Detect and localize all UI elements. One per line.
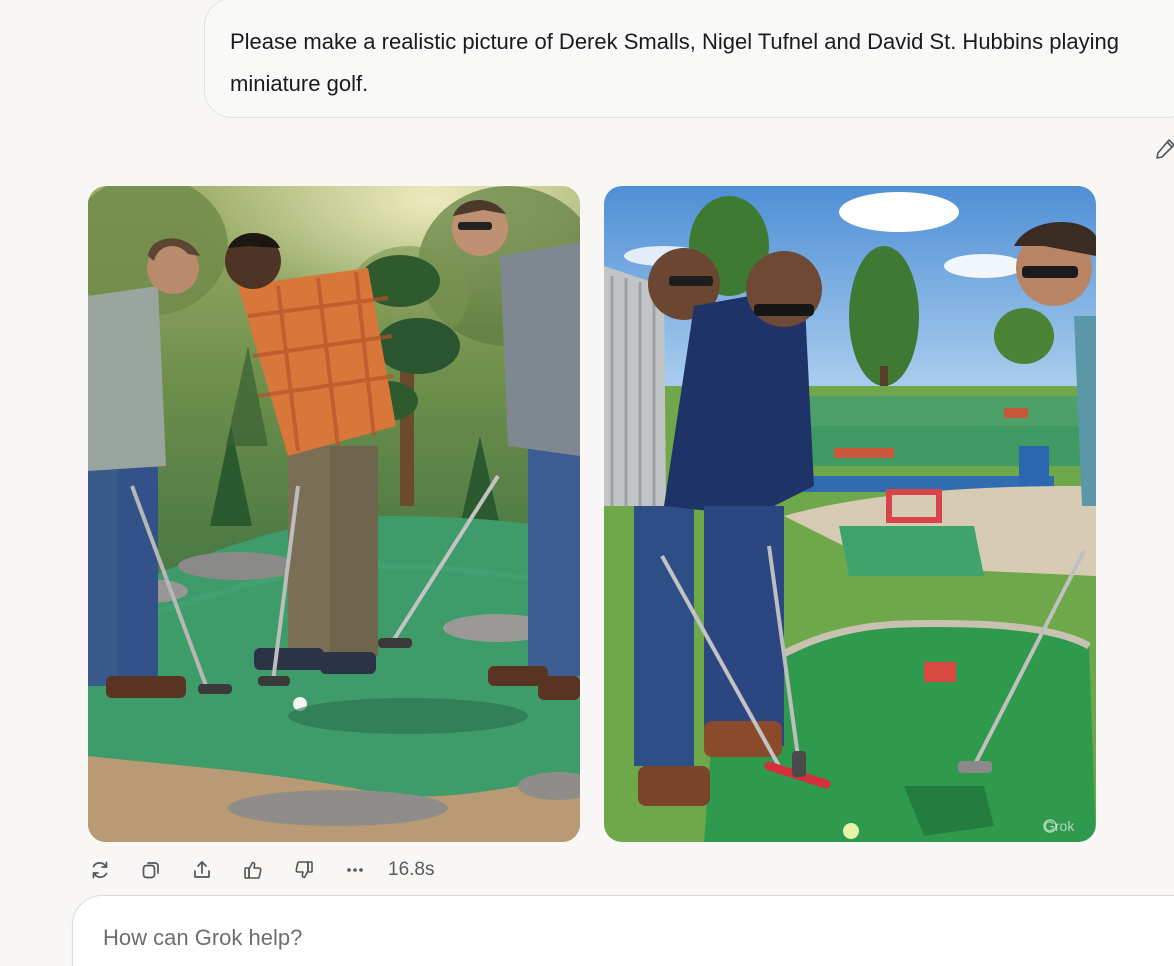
share-button[interactable] xyxy=(188,856,216,884)
like-button[interactable] xyxy=(239,856,267,884)
copy-icon xyxy=(142,862,159,879)
edit-message-button[interactable] xyxy=(1152,136,1174,162)
user-message-text: Please make a realistic picture of Derek… xyxy=(230,29,1119,96)
refresh-icon xyxy=(92,861,108,879)
thumbs-down-icon xyxy=(295,861,313,879)
more-options-button[interactable] xyxy=(341,856,369,884)
generated-image-1[interactable] xyxy=(88,186,580,842)
user-message-bubble: Please make a realistic picture of Derek… xyxy=(204,0,1174,118)
dislike-button[interactable] xyxy=(290,856,318,884)
generated-image-2[interactable]: Grok xyxy=(604,186,1096,842)
pencil-icon xyxy=(1156,139,1174,159)
chat-page: Please make a realistic picture of Derek… xyxy=(0,0,1174,966)
response-action-bar: 16.8s xyxy=(86,854,434,886)
more-icon xyxy=(347,868,363,872)
message-input[interactable] xyxy=(101,924,1005,952)
share-icon xyxy=(194,861,210,878)
response-time: 16.8s xyxy=(388,859,435,880)
copy-button[interactable] xyxy=(137,856,165,884)
chat-composer xyxy=(72,895,1174,966)
regenerate-button[interactable] xyxy=(86,856,114,884)
thumbs-up-icon xyxy=(244,861,262,879)
